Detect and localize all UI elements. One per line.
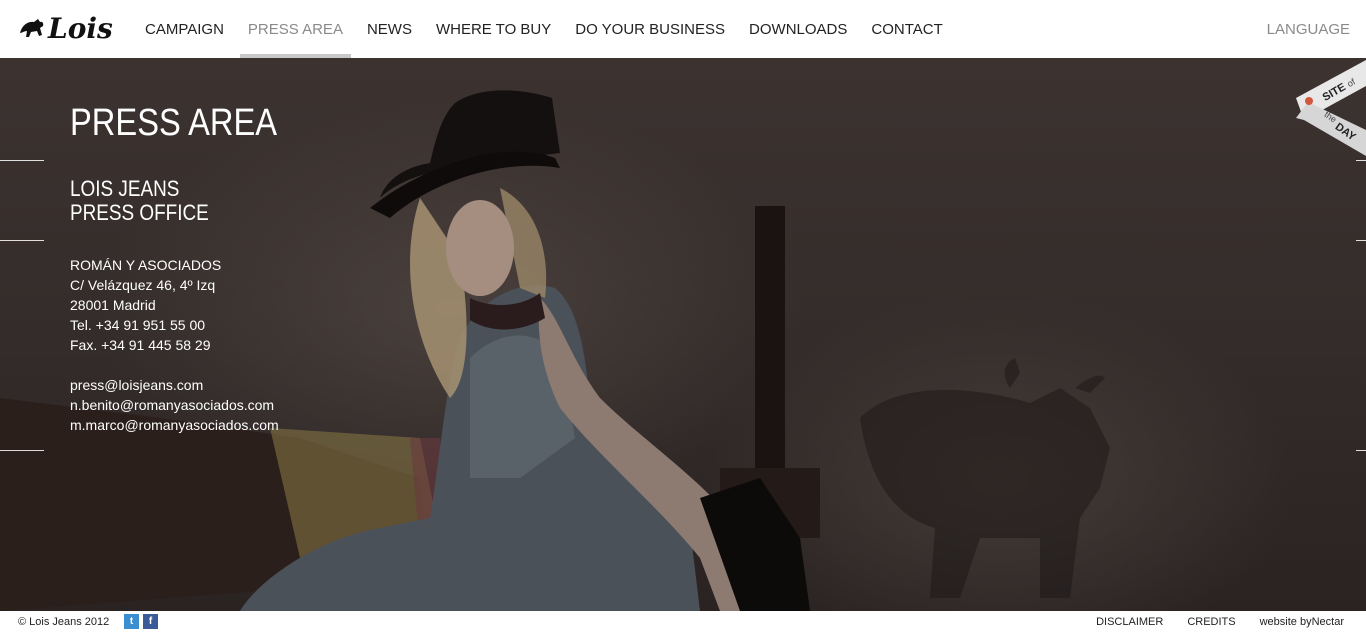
divider-right-2 (1356, 240, 1366, 241)
social-links: t f (124, 614, 158, 629)
contact-address: ROMÁN Y ASOCIADOS C/ Velázquez 46, 4º Iz… (70, 255, 311, 355)
divider-left-2 (0, 240, 44, 241)
copyright-text: © Lois Jeans 2012 (18, 616, 110, 628)
award-dot-icon (1305, 97, 1313, 105)
fax-number: Fax. +34 91 445 58 29 (70, 337, 211, 353)
disclaimer-link[interactable]: DISCLAIMER (1096, 616, 1163, 628)
nectar-link[interactable]: Nectar (1312, 616, 1344, 628)
divider-left-1 (0, 160, 44, 161)
city-address: 28001 Madrid (70, 297, 156, 313)
street-address: C/ Velázquez 46, 4º Izq (70, 277, 216, 293)
contact-emails: press@loisjeans.com n.benito@romanyasoci… (70, 375, 311, 435)
press-office-heading: LOIS JEANS PRESS OFFICE (70, 177, 277, 225)
press-content: PRESS AREA LOIS JEANS PRESS OFFICE ROMÁN… (70, 102, 311, 435)
nav-news[interactable]: NEWS (355, 0, 424, 58)
main-nav: CAMPAIGN PRESS AREA NEWS WHERE TO BUY DO… (133, 0, 955, 58)
phone-number: Tel. +34 91 951 55 00 (70, 317, 206, 333)
nav-do-your-business[interactable]: DO YOUR BUSINESS (563, 0, 737, 58)
email-link-nbenito[interactable]: n.benito@romanyasociados.com (70, 397, 274, 413)
credits-link[interactable]: CREDITS (1187, 616, 1235, 628)
office-line-1: LOIS JEANS (70, 176, 180, 201)
site-footer: © Lois Jeans 2012 t f DISCLAIMER CREDITS… (0, 611, 1366, 633)
facebook-icon[interactable]: f (143, 614, 158, 629)
hero-background: PRESS AREA LOIS JEANS PRESS OFFICE ROMÁN… (0, 58, 1366, 611)
nav-press-area[interactable]: PRESS AREA (236, 0, 355, 58)
twitter-icon[interactable]: t (124, 614, 139, 629)
nav-downloads[interactable]: DOWNLOADS (737, 0, 859, 58)
divider-right-1 (1356, 160, 1366, 161)
agency-name: ROMÁN Y ASOCIADOS (70, 257, 222, 273)
nav-where-to-buy[interactable]: WHERE TO BUY (424, 0, 563, 58)
logo-wordmark: Lois (47, 12, 113, 45)
site-of-the-day-badge[interactable]: SITE of the DAY (1296, 58, 1366, 158)
email-link-mmarco[interactable]: m.marco@romanyasociados.com (70, 417, 279, 433)
nav-campaign[interactable]: CAMPAIGN (133, 0, 236, 58)
nav-contact[interactable]: CONTACT (859, 0, 954, 58)
ribbon-icon: SITE of the DAY (1296, 60, 1366, 156)
page-title: PRESS AREA (70, 102, 278, 144)
footer-links: DISCLAIMER CREDITS website by Nectar (1072, 616, 1344, 628)
lois-logo[interactable]: Lois (18, 10, 114, 46)
bull-logo-icon: Lois (20, 12, 113, 45)
website-credit-prefix: website by (1259, 616, 1312, 628)
email-link-press[interactable]: press@loisjeans.com (70, 377, 203, 393)
divider-left-3 (0, 450, 44, 451)
site-header: Lois CAMPAIGN PRESS AREA NEWS WHERE TO B… (0, 0, 1366, 58)
divider-right-3 (1356, 450, 1366, 451)
language-selector[interactable]: LANGUAGE (1267, 0, 1350, 58)
office-line-2: PRESS OFFICE (70, 200, 209, 225)
